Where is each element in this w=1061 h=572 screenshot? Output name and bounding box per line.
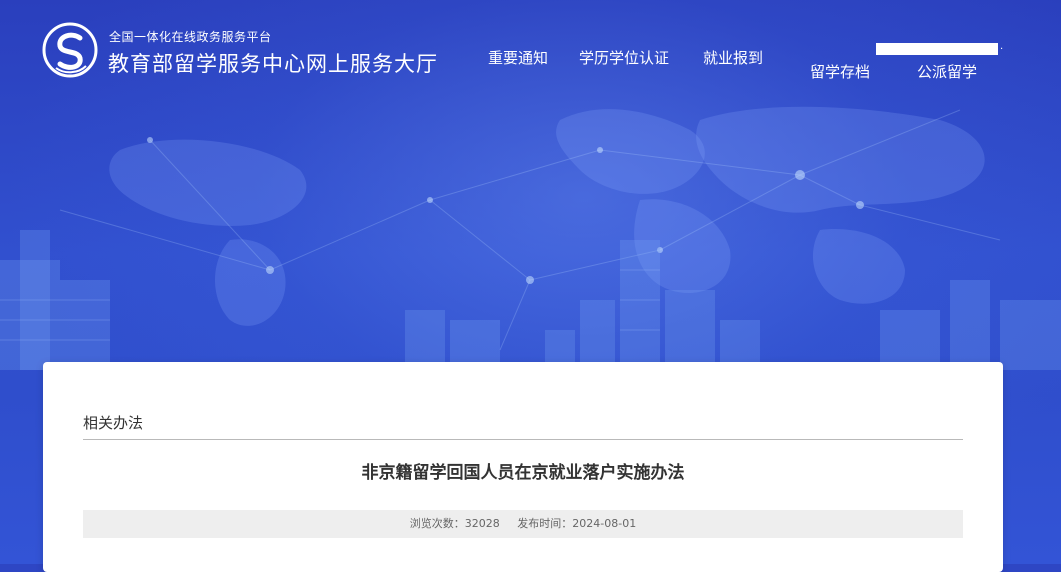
nav-item-employment-report[interactable]: 就业报到 [703, 47, 763, 68]
divider [83, 439, 963, 440]
section-label: 相关办法 [83, 414, 144, 432]
cscse-logo-icon[interactable] [42, 22, 98, 78]
nav-item-archives[interactable]: 留学存档 [810, 61, 870, 82]
views-count: 32028 [464, 517, 500, 530]
brand-title[interactable]: 教育部留学服务中心网上服务大厅 [108, 48, 438, 78]
brand-subtitle: 全国一体化在线政务服务平台 [109, 30, 272, 44]
article-meta-bar: 浏览次数：32028 发布时间：2024-08-01 [83, 510, 963, 538]
content-card: 相关办法 非京籍留学回国人员在京就业落户实施办法 浏览次数：32028 发布时间… [43, 362, 1003, 572]
nav-item-notices[interactable]: 重要通知 [488, 47, 548, 68]
user-account-box[interactable] [876, 43, 998, 55]
publish-date: 2024-08-01 [572, 517, 637, 530]
views-label: 浏览次数： [409, 517, 465, 530]
publish-label: 发布时间： [517, 517, 573, 530]
nav-item-degree-verification[interactable]: 学历学位认证 [579, 47, 669, 68]
nav-item-government-sponsored[interactable]: 公派留学 [917, 61, 977, 82]
article-title: 非京籍留学回国人员在京就业落户实施办法 [361, 463, 685, 483]
user-indicator: . [1000, 41, 1004, 52]
